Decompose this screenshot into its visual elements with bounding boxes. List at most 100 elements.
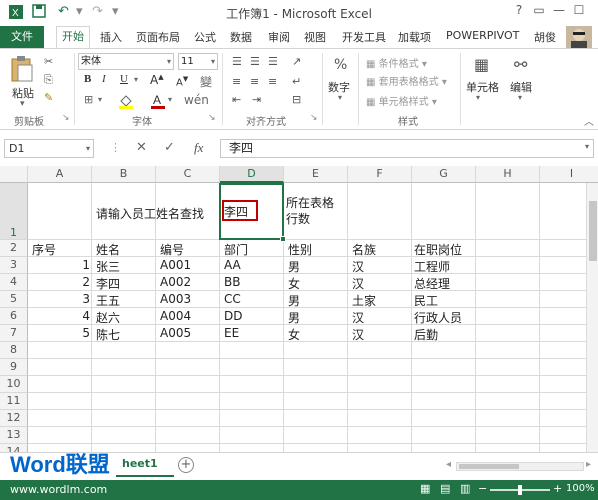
cells-dropdown-icon[interactable]: ▾ — [476, 93, 480, 102]
user-name[interactable]: 胡俊 — [534, 29, 556, 45]
fill-handle[interactable] — [280, 236, 286, 242]
align-top-icon[interactable]: ☰ — [232, 55, 242, 68]
add-sheet-button[interactable]: + — [178, 457, 194, 473]
zoom-out-icon[interactable]: − — [478, 482, 487, 495]
paste-icon[interactable] — [10, 55, 36, 88]
column-header-b[interactable]: B — [92, 166, 156, 183]
tab-home[interactable]: 开始 — [56, 26, 90, 49]
scroll-thumb[interactable] — [589, 201, 597, 261]
row-header-9[interactable]: 9 — [0, 359, 28, 376]
data-cell[interactable]: 3 — [28, 292, 90, 306]
orientation-icon[interactable]: ↗ — [292, 55, 301, 68]
tab-data[interactable]: 数据 — [230, 29, 252, 45]
underline-dropdown-icon[interactable]: ▾ — [134, 75, 138, 84]
zoom-slider-thumb[interactable] — [518, 485, 522, 495]
column-header-i[interactable]: I — [540, 166, 598, 183]
cell-b1[interactable]: 请输入员工姓名查找 — [96, 205, 204, 222]
header-cell[interactable]: 名族 — [352, 241, 376, 258]
align-center-icon[interactable]: ≡ — [250, 75, 259, 88]
phonetic-icon[interactable]: 變 — [200, 73, 212, 90]
font-grow-icon[interactable]: A▲ — [150, 73, 164, 87]
data-cell[interactable]: 4 — [28, 309, 90, 323]
tab-review[interactable]: 审阅 — [268, 29, 290, 45]
row-header-10[interactable]: 10 — [0, 376, 28, 393]
number-dropdown-icon[interactable]: ▾ — [338, 93, 342, 102]
tab-addins[interactable]: 加载项 — [398, 29, 431, 45]
merge-center-icon[interactable]: ⊟ — [292, 93, 301, 106]
data-cell[interactable]: AA — [224, 258, 241, 272]
alignment-launcher-icon[interactable]: ↘ — [310, 113, 318, 123]
header-cell[interactable]: 在职岗位 — [414, 241, 462, 258]
select-all-corner[interactable] — [0, 166, 28, 183]
data-cell[interactable]: 男 — [288, 309, 300, 326]
column-header-a[interactable]: A — [28, 166, 92, 183]
table-format-button[interactable]: ▦ 套用表格格式 ▾ — [366, 73, 447, 88]
copy-icon[interactable]: ⎘ — [44, 73, 53, 87]
bold-button[interactable]: B — [84, 73, 91, 85]
row-header-13[interactable]: 13 — [0, 427, 28, 444]
expand-formula-icon[interactable]: ▾ — [585, 142, 589, 151]
column-header-g[interactable]: G — [412, 166, 476, 183]
data-cell[interactable]: 5 — [28, 326, 90, 340]
data-cell[interactable]: 土家 — [352, 292, 376, 309]
vertical-scrollbar[interactable] — [586, 183, 598, 452]
normal-view-icon[interactable]: ▦ — [420, 482, 430, 495]
data-cell[interactable]: 总经理 — [414, 275, 450, 292]
cell-style-button[interactable]: ▦ 单元格样式 ▾ — [366, 93, 437, 108]
data-cell[interactable]: 后勤 — [414, 326, 438, 343]
data-cell[interactable]: 汉 — [352, 258, 364, 275]
zoom-level[interactable]: 100% — [566, 483, 595, 494]
help-icon[interactable]: ? — [508, 3, 530, 17]
row-header-3[interactable]: 3 — [0, 257, 28, 274]
zoom-slider[interactable] — [490, 485, 550, 495]
data-cell[interactable]: 男 — [288, 292, 300, 309]
cell-d1[interactable]: 李四 — [224, 203, 248, 220]
cells-button[interactable]: 单元格 — [466, 79, 499, 95]
tab-formulas[interactable]: 公式 — [194, 29, 216, 45]
column-header-e[interactable]: E — [284, 166, 348, 183]
decrease-indent-icon[interactable]: ⇤ — [232, 93, 241, 106]
font-size-select[interactable]: 11 ▾ — [178, 53, 218, 70]
row-header-1[interactable]: 1 — [0, 183, 28, 240]
format-painter-icon[interactable]: ✎ — [44, 91, 53, 104]
column-header-f[interactable]: F — [348, 166, 412, 183]
wrap-text-icon[interactable]: ↵ — [292, 75, 301, 88]
borders-icon[interactable]: ⊞ — [84, 93, 93, 106]
data-cell[interactable]: 汉 — [352, 309, 364, 326]
sheet-tab-sheet1[interactable]: heet1 — [116, 453, 174, 477]
edit-dropdown-icon[interactable]: ▾ — [518, 93, 522, 102]
data-cell[interactable]: 女 — [288, 326, 300, 343]
cond-format-button[interactable]: ▦ 条件格式 ▾ — [366, 55, 427, 70]
data-cell[interactable]: EE — [224, 326, 239, 340]
percent-icon[interactable]: % — [334, 57, 347, 73]
font-color-dropdown-icon[interactable]: ▾ — [168, 95, 172, 104]
data-cell[interactable]: A005 — [160, 326, 191, 340]
data-cell[interactable]: 民工 — [414, 292, 438, 309]
header-cell[interactable]: 性别 — [288, 241, 312, 258]
data-cell[interactable]: 行政人员 — [414, 309, 462, 326]
data-cell[interactable]: CC — [224, 292, 241, 306]
italic-button[interactable]: I — [102, 73, 106, 85]
align-right-icon[interactable]: ≡ — [268, 75, 277, 88]
clipboard-launcher-icon[interactable]: ↘ — [62, 113, 70, 123]
row-header-5[interactable]: 5 — [0, 291, 28, 308]
formula-input[interactable]: 李四 — [220, 139, 594, 158]
data-cell[interactable]: A003 — [160, 292, 191, 306]
cells-icon[interactable]: ▦ — [474, 55, 489, 74]
horizontal-scrollbar[interactable] — [456, 462, 584, 471]
insert-function-icon[interactable]: fx — [194, 140, 203, 156]
data-cell[interactable]: BB — [224, 275, 240, 289]
row-header-8[interactable]: 8 — [0, 342, 28, 359]
row-header-11[interactable]: 11 — [0, 393, 28, 410]
data-cell[interactable]: A002 — [160, 275, 191, 289]
cancel-entry-icon[interactable]: ✕ — [136, 140, 147, 155]
align-left-icon[interactable]: ≡ — [232, 75, 241, 88]
horizontal-scroll-thumb[interactable] — [459, 464, 519, 469]
data-cell[interactable]: 张三 — [96, 258, 120, 275]
column-header-d[interactable]: D — [220, 166, 284, 183]
tab-page-layout[interactable]: 页面布局 — [136, 29, 180, 45]
font-name-select[interactable]: 宋体 ▾ — [78, 53, 174, 70]
header-cell[interactable]: 编号 — [160, 241, 184, 258]
tab-insert[interactable]: 插入 — [100, 29, 122, 45]
data-cell[interactable]: 李四 — [96, 275, 120, 292]
